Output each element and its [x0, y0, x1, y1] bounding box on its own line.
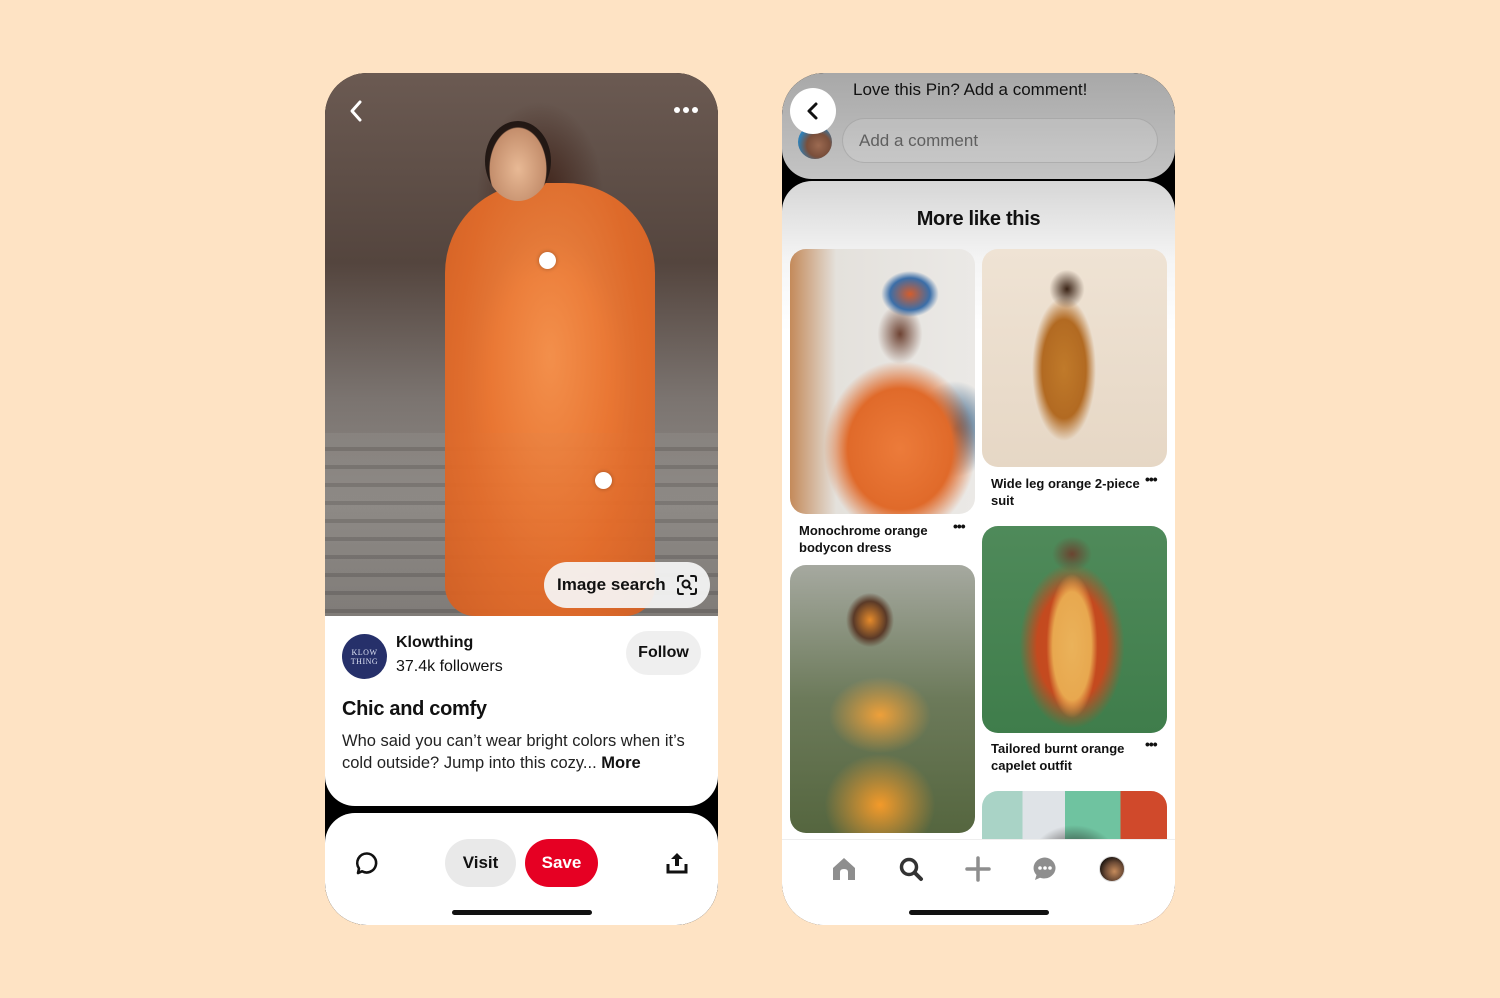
image-search-button[interactable]: Image search [544, 562, 710, 608]
pin-caption[interactable]: Monochrome orange bodycon dress [799, 522, 949, 556]
chevron-left-icon[interactable] [347, 99, 365, 123]
more-like-this-screen: Love this Pin? Add a comment! More like … [782, 73, 1175, 925]
ellipsis-dot [674, 107, 680, 113]
bottom-tab-bar [782, 839, 1175, 925]
pin-card[interactable] [982, 526, 1167, 733]
comment-prompt: Love this Pin? Add a comment! [853, 80, 1088, 99]
home-icon [833, 858, 855, 880]
ellipsis-icon[interactable] [674, 107, 698, 113]
profile-avatar [1099, 856, 1125, 882]
back-button[interactable] [790, 88, 836, 134]
tab-home[interactable] [829, 854, 859, 884]
avatar-text: THING [350, 656, 379, 666]
pin-more-icon[interactable]: ••• [1145, 471, 1158, 487]
pin-card[interactable] [790, 565, 975, 833]
pin-closeup-screen: Image search KLOW THING Klowthing 37.4k … [325, 73, 718, 925]
comment-input[interactable] [842, 118, 1158, 163]
pin-card[interactable] [982, 249, 1167, 467]
save-button[interactable]: Save [525, 839, 598, 887]
tab-search[interactable] [896, 854, 926, 884]
creator-avatar[interactable]: KLOW THING [342, 634, 387, 679]
pin-image[interactable]: Image search [325, 73, 718, 616]
pin-more-icon[interactable]: ••• [1145, 736, 1158, 752]
section-title: More like this [916, 208, 1041, 230]
pin-image-head [485, 121, 551, 201]
more-link[interactable]: More [601, 754, 640, 772]
messages-icon [1033, 857, 1056, 880]
visit-button[interactable]: Visit [445, 839, 516, 887]
tab-profile[interactable] [1097, 854, 1127, 884]
image-search-label: Image search [557, 575, 666, 594]
home-indicator [908, 910, 1049, 915]
search-icon [899, 857, 923, 881]
avatar-text: KLOW [351, 647, 378, 657]
more-like-this-feed: More like this Monochrome orange bodycon… [782, 181, 1175, 925]
share-upload-icon[interactable] [666, 851, 688, 875]
tab-create[interactable] [963, 854, 993, 884]
pin-description: Who said you can’t wear bright colors wh… [342, 730, 707, 774]
tab-messages[interactable] [1030, 854, 1060, 884]
pin-card[interactable] [790, 249, 975, 514]
creator-name[interactable]: Klowthing [396, 634, 473, 652]
pin-caption[interactable]: Tailored burnt orange capelet outfit [991, 740, 1141, 774]
comment-sheet: Love this Pin? Add a comment! [782, 73, 1175, 179]
ellipsis-dot [692, 107, 698, 113]
pin-title: Chic and comfy [342, 698, 487, 720]
product-hotspot[interactable] [539, 252, 556, 269]
ellipsis-dot [683, 107, 689, 113]
pin-caption[interactable]: Wide leg orange 2-piece suit [991, 475, 1146, 509]
pin-info-card: KLOW THING Klowthing 37.4k followers Fol… [325, 616, 718, 806]
follow-button[interactable]: Follow [626, 631, 701, 675]
pin-action-bar: Visit Save [325, 813, 718, 925]
home-indicator [451, 910, 592, 915]
product-hotspot[interactable] [595, 472, 612, 489]
pin-more-icon[interactable]: ••• [953, 518, 966, 534]
chevron-left-icon [807, 102, 818, 120]
visual-search-icon [676, 575, 697, 595]
follower-count: 37.4k followers [396, 658, 503, 675]
plus-icon [965, 856, 991, 882]
pin-image-figure [445, 183, 655, 616]
speech-bubble-icon[interactable] [355, 851, 379, 875]
